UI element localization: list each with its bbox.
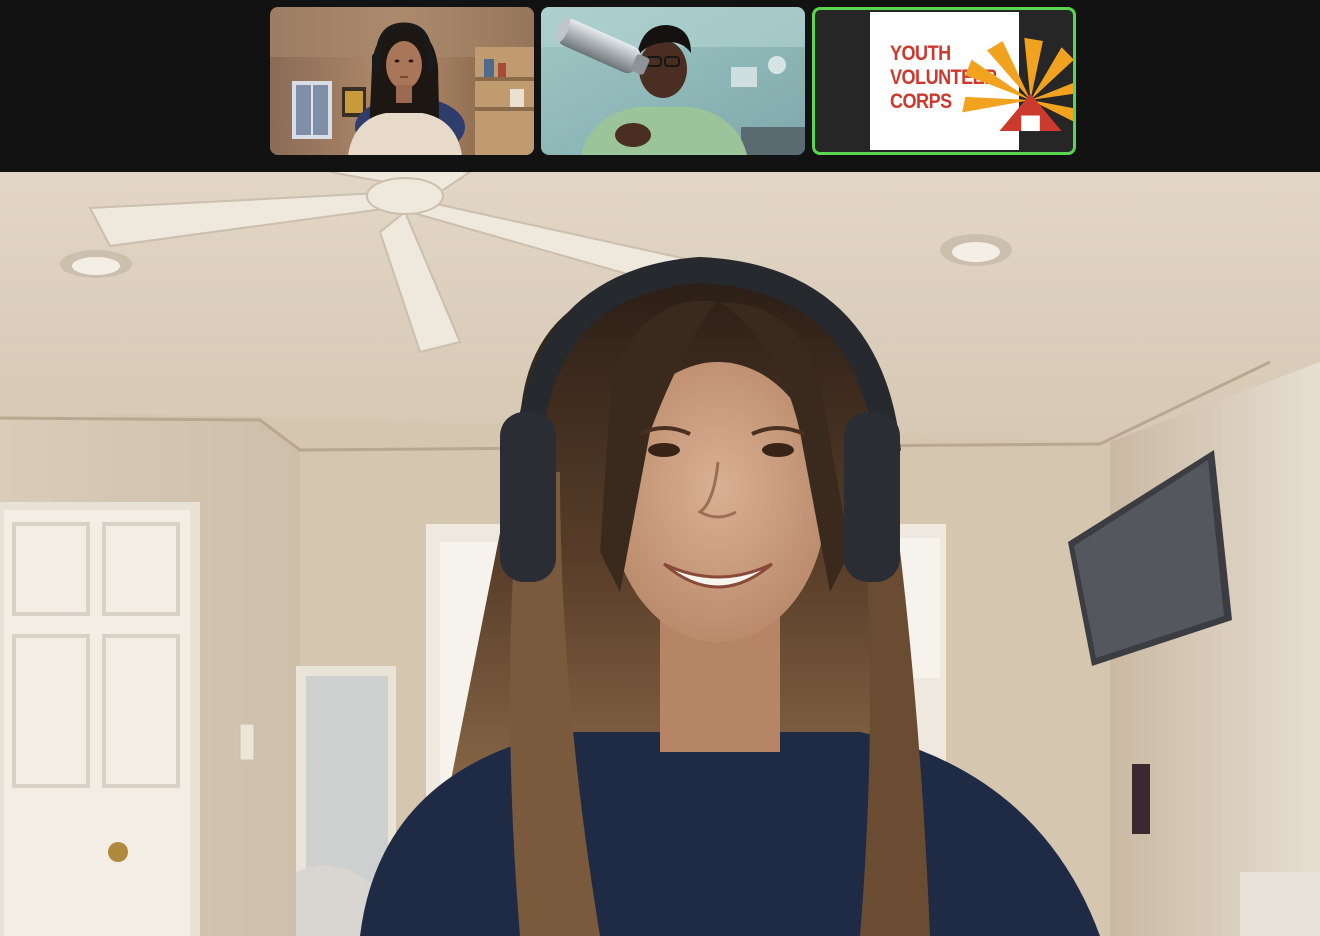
- participant-tile-1[interactable]: [270, 7, 534, 155]
- participant-tile-3-active-speaker[interactable]: YOUTH VOLUNTEER CORPS: [812, 7, 1076, 155]
- participant-video-1: [270, 7, 534, 155]
- main-speaker-video: [0, 172, 1320, 936]
- video-meeting-window: YOUTH VOLUNTEER CORPS: [0, 0, 1320, 936]
- participant-video-2: [541, 7, 805, 155]
- organization-logo: YOUTH VOLUNTEER CORPS: [870, 12, 1073, 150]
- main-video-feed: [0, 172, 1320, 936]
- participant-tile-2[interactable]: [541, 7, 805, 155]
- participant-strip: YOUTH VOLUNTEER CORPS: [0, 0, 1320, 172]
- burst-logo-icon: [962, 37, 1073, 132]
